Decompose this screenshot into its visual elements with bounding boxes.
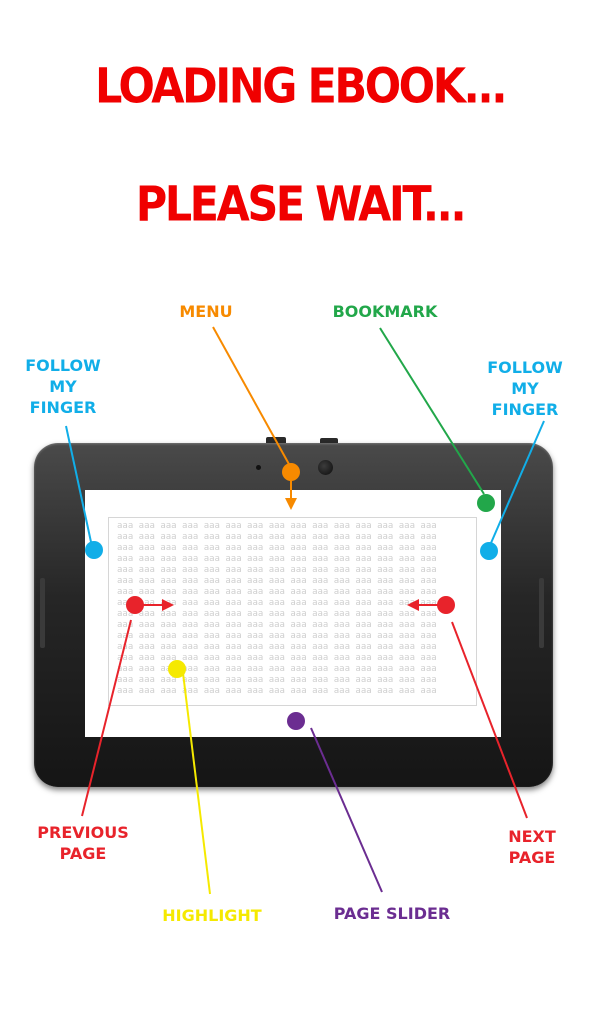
bookmark-touch-point: [477, 494, 495, 512]
highlight-label: HIGHLIGHT: [162, 906, 262, 925]
page-slider-label: PAGE SLIDER: [333, 904, 451, 923]
page-slider-touch-point: [287, 712, 305, 730]
follow-left-leader-line: [65, 425, 92, 543]
follow-finger-right-touch-point: [480, 542, 498, 560]
follow-my-finger-left-label: FOLLOW MY FINGER: [25, 356, 101, 417]
menu-label: MENU: [179, 302, 233, 321]
follow-finger-left-touch-point: [85, 541, 103, 559]
previous-page-label: PREVIOUS PAGE: [37, 823, 129, 863]
menu-touch-point: [282, 463, 300, 481]
previous-page-leader-line: [81, 619, 132, 817]
highlight-leader-line: [182, 672, 211, 895]
follow-my-finger-right-label: FOLLOW MY FINGER: [487, 358, 563, 419]
page-slider-leader-line: [310, 727, 383, 893]
menu-leader-line: [212, 326, 291, 467]
previous-page-touch-point: [126, 596, 144, 614]
next-page-label: NEXT PAGE: [508, 827, 556, 867]
follow-right-leader-line: [490, 420, 545, 544]
next-page-leader-line: [451, 621, 528, 819]
bookmark-label: BOOKMARK: [332, 302, 438, 321]
bookmark-leader-line: [379, 327, 485, 495]
highlight-touch-point: [168, 660, 186, 678]
next-page-touch-point: [437, 596, 455, 614]
